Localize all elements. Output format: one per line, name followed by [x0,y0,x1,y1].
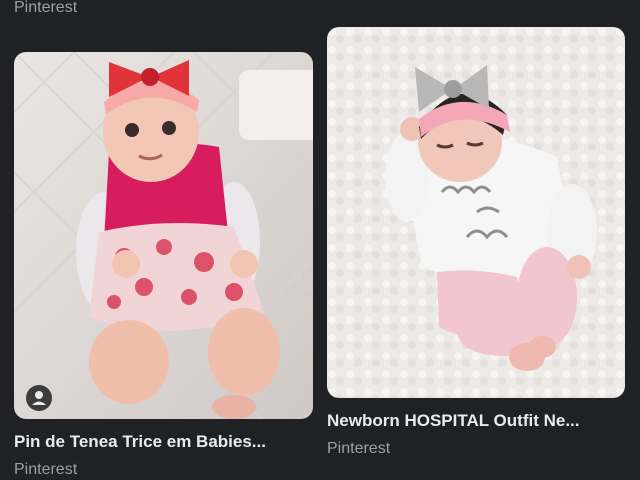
result-image-2[interactable] [327,27,625,398]
result-image-1[interactable] [14,52,313,419]
result-source-2[interactable]: Pinterest [327,439,390,459]
result-source-1[interactable]: Pinterest [14,460,77,480]
baby-photo-1 [14,52,313,419]
image-results-page: Pinterest Pin de Tenea Trice em Babies..… [0,0,640,480]
person-icon[interactable] [26,385,52,411]
result-title-2[interactable]: Newborn HOSPITAL Outfit Ne... [327,410,625,432]
top-result-source[interactable]: Pinterest [14,0,77,18]
baby-photo-2 [327,27,625,398]
result-title-1[interactable]: Pin de Tenea Trice em Babies... [14,431,313,453]
